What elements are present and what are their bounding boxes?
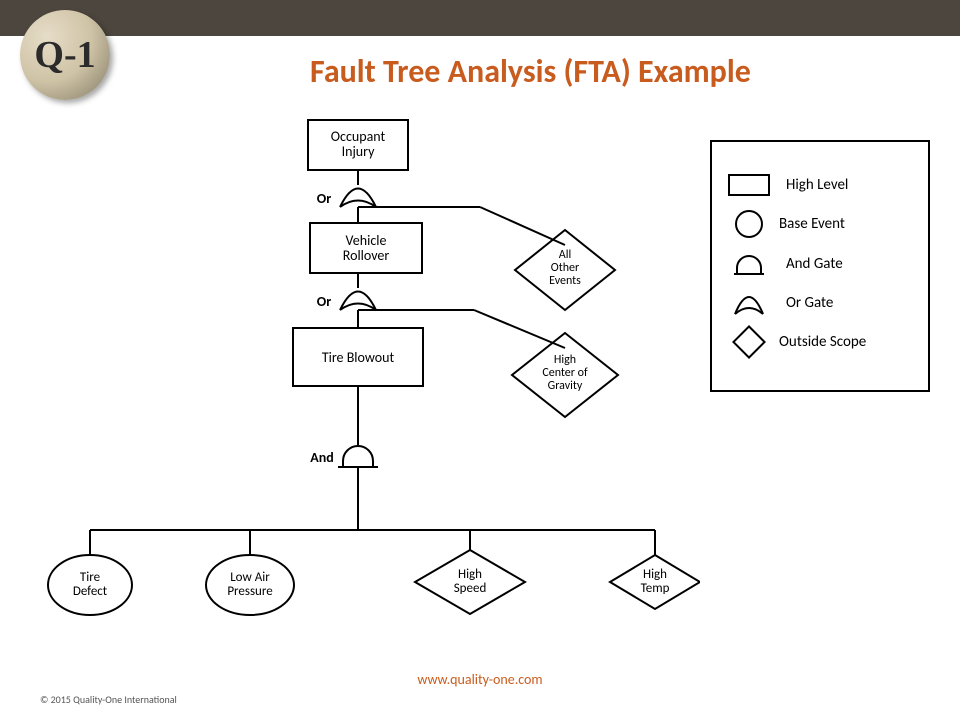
diamond-icon xyxy=(732,325,766,359)
label-top: OccupantInjury xyxy=(331,128,386,160)
legend-label: Base Event xyxy=(779,215,845,233)
rect-icon xyxy=(728,174,770,196)
label-tire-defect: TireDefect xyxy=(73,570,108,599)
label-gate3: And xyxy=(310,449,334,466)
legend-label: Outside Scope xyxy=(779,333,866,351)
legend-label: And Gate xyxy=(786,255,843,273)
circle-icon xyxy=(735,210,763,238)
copyright: © 2015 Quality-One International xyxy=(40,693,177,706)
label-high-cog: HighCenter ofGravity xyxy=(542,353,588,393)
label-high-temp: HighTemp xyxy=(641,567,670,596)
legend-item-and-gate: And Gate xyxy=(728,252,912,276)
label-vehicle: VehicleRollover xyxy=(343,232,390,264)
logo-badge: Q-1 xyxy=(20,10,110,100)
top-bar xyxy=(0,0,960,36)
legend-item-or-gate: Or Gate xyxy=(728,290,912,316)
label-high-speed: HighSpeed xyxy=(454,567,487,596)
label-gate1: Or xyxy=(317,190,331,207)
label-all-other: AllOtherEvents xyxy=(549,248,581,288)
or-gate-icon xyxy=(728,290,770,316)
label-gate2: Or xyxy=(317,293,331,310)
label-low-air: Low AirPressure xyxy=(227,570,272,599)
and-gate-icon xyxy=(728,252,770,276)
page-title: Fault Tree Analysis (FTA) Example xyxy=(310,52,751,91)
legend-label: Or Gate xyxy=(786,294,833,312)
legend-item-outside-scope: Outside Scope xyxy=(728,330,912,354)
legend-box: High Level Base Event And Gate Or Gate O… xyxy=(710,140,930,392)
legend-item-high-level: High Level xyxy=(728,174,912,196)
legend-item-base-event: Base Event xyxy=(728,210,912,238)
label-tire-blowout: Tire Blowout xyxy=(322,349,395,366)
fault-tree-diagram: OccupantInjury Or VehicleRollover Or All… xyxy=(0,115,700,655)
footer-url: www.quality-one.com xyxy=(0,671,960,688)
legend-label: High Level xyxy=(786,176,848,194)
